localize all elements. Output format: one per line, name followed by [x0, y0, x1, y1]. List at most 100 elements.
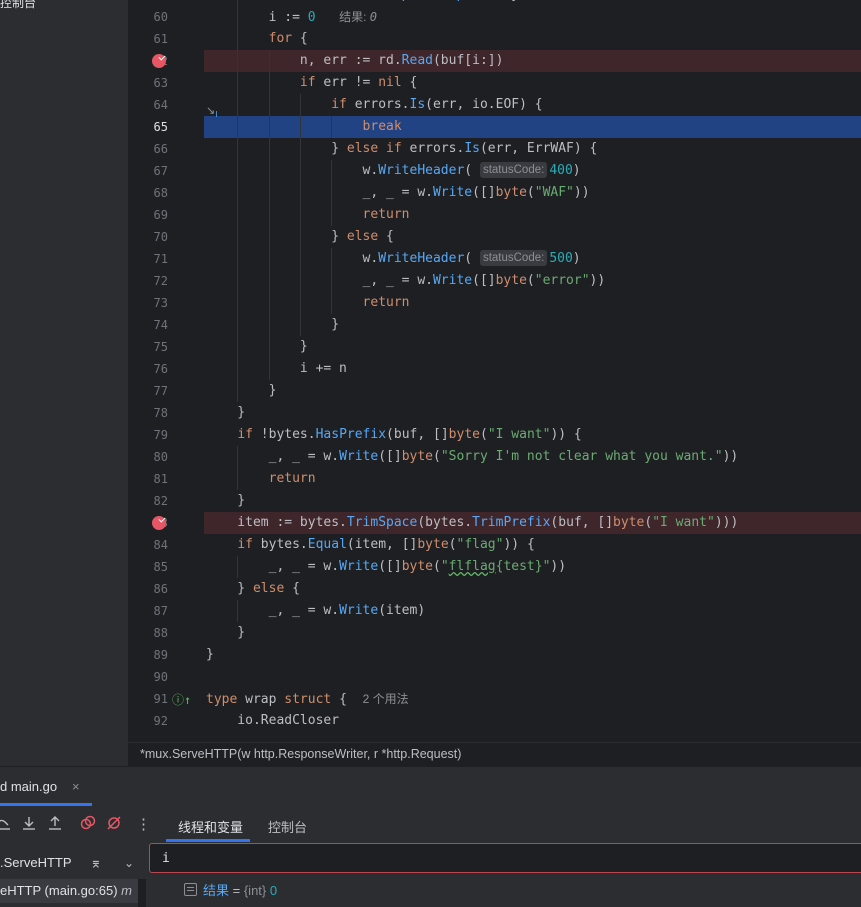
gutter-line[interactable]: 71 — [128, 248, 204, 270]
current-execution-line[interactable]: break — [204, 116, 861, 138]
code-line[interactable]: } else if errors.Is(err, ErrWAF) { — [204, 138, 861, 160]
code-line[interactable]: if !bytes.HasPrefix(buf, []byte("I want"… — [204, 424, 861, 446]
code-line[interactable]: for { — [204, 28, 861, 50]
gutter-line[interactable]: 67 — [128, 160, 204, 182]
code-line[interactable]: _, _ = w.Write([]byte("flflag{test}")) — [204, 556, 861, 578]
gutter-line[interactable]: 69 — [128, 204, 204, 226]
code-line[interactable]: return — [204, 468, 861, 490]
gutter-line[interactable]: 91 ⓘ↑ — [128, 688, 204, 710]
tab-threads-variables[interactable]: 线程和变量 — [178, 817, 243, 836]
gutter-line[interactable]: 74 — [128, 314, 204, 336]
close-icon[interactable]: × — [72, 779, 80, 794]
code-line[interactable]: } — [204, 622, 861, 644]
gutter-line[interactable]: 76 — [128, 358, 204, 380]
code-line[interactable]: } — [204, 336, 861, 358]
chevron-down-icon[interactable]: ⌄ — [124, 849, 134, 877]
indent-guide — [237, 138, 239, 160]
step-into-icon[interactable] — [21, 815, 37, 835]
gutter-line[interactable]: 66 — [128, 138, 204, 160]
gutter-line[interactable]: 82 — [128, 490, 204, 512]
stack-frame-row[interactable]: eHTTP (main.go:65) m — [0, 879, 138, 903]
step-out-icon[interactable] — [0, 815, 12, 835]
frames-scrollbar[interactable] — [138, 879, 146, 907]
gutter-line[interactable]: 61 — [128, 28, 204, 50]
code-line[interactable]: if bytes.Equal(item, []byte("flag")) { — [204, 534, 861, 556]
step-into-marker-icon[interactable]: ↘I — [206, 104, 217, 119]
gutter-line[interactable]: 85 — [128, 556, 204, 578]
code-line[interactable]: } — [204, 490, 861, 512]
implements-interface-icon[interactable]: ⓘ↑ — [172, 691, 191, 708]
gutter-line[interactable]: 75 — [128, 336, 204, 358]
gutter-line[interactable]: 72 — [128, 270, 204, 292]
code-editor[interactable]: 59 60 61 62 63 64 65 66 67 68 69 70 71 72 73 74 75 76 77 78… — [128, 0, 861, 742]
gutter-line[interactable]: 63 — [128, 72, 204, 94]
editor-gutter[interactable]: 59 60 61 62 63 64 65 66 67 68 69 70 71 72 73 74 75 76 77 78… — [128, 0, 204, 732]
code-line[interactable]: if err != nil { — [204, 72, 861, 94]
gutter-line[interactable]: 89 — [128, 644, 204, 666]
code-line[interactable]: return — [204, 292, 861, 314]
evaluate-expression-input[interactable] — [149, 843, 861, 873]
variable-row[interactable]: 结果 = {int} 0 — [184, 881, 277, 901]
gutter-line[interactable]: 60 — [128, 6, 204, 28]
code-line[interactable]: } else { — [204, 226, 861, 248]
code-line[interactable]: _, _ = w.Write([]byte("WAF")) — [204, 182, 861, 204]
code-line[interactable]: type wrap struct { 2 个用法 — [204, 688, 861, 710]
gutter-line[interactable]: 68 — [128, 182, 204, 204]
filter-icon[interactable]: ⌆ — [90, 849, 102, 877]
step-out-up-icon[interactable] — [47, 815, 63, 835]
indent-guide — [268, 226, 270, 248]
gutter-line[interactable]: 84 — [128, 534, 204, 556]
indent-guide — [299, 182, 301, 204]
code-line[interactable]: } — [204, 644, 861, 666]
gutter-line[interactable]: 92 — [128, 710, 204, 732]
code-line[interactable]: w.WriteHeader( statusCode: 500) — [204, 248, 861, 270]
console-side-label[interactable]: 控制台 — [0, 0, 36, 11]
code-line[interactable]: io.ReadCloser — [204, 710, 861, 732]
code-line[interactable] — [204, 666, 861, 688]
gutter-line[interactable]: 73 — [128, 292, 204, 314]
gutter-line[interactable]: 88 — [128, 622, 204, 644]
code-line[interactable]: i := 0 结果: 0 — [204, 6, 861, 28]
frames-selector[interactable]: .ServeHTTP ⌆ ⌄ — [0, 849, 146, 877]
code-line[interactable]: _, _ = w.Write([]byte("error")) — [204, 270, 861, 292]
code-area[interactable]: rd := textInterrupterWrap(r.Body) i := 0… — [204, 0, 861, 732]
code-line[interactable]: } — [204, 402, 861, 424]
gutter-line[interactable]: 90 — [128, 666, 204, 688]
gutter-line[interactable]: 78 — [128, 402, 204, 424]
gutter-line[interactable]: 64 — [128, 94, 204, 116]
breakpoint-icon[interactable] — [152, 516, 166, 530]
code-text: } — [206, 405, 246, 420]
code-line[interactable]: } — [204, 314, 861, 336]
view-breakpoints-icon[interactable] — [80, 815, 96, 835]
gutter-line[interactable]: 83 — [128, 512, 204, 534]
gutter-line[interactable]: 79 — [128, 424, 204, 446]
code-line[interactable]: if errors.Is(err, io.EOF) { — [204, 94, 861, 116]
breakpoint-icon[interactable] — [152, 54, 166, 68]
code-line[interactable]: } — [204, 380, 861, 402]
code-line[interactable]: return — [204, 204, 861, 226]
tab-console[interactable]: 控制台 — [268, 817, 307, 836]
code-text: break — [362, 119, 402, 134]
code-line[interactable]: w.WriteHeader( statusCode: 400) — [204, 160, 861, 182]
gutter-line[interactable]: 62 — [128, 50, 204, 72]
gutter-line[interactable]: 65 — [128, 116, 204, 138]
code-line[interactable]: _, _ = w.Write(item) — [204, 600, 861, 622]
gutter-line[interactable]: 77 — [128, 380, 204, 402]
code-line[interactable]: } else { — [204, 578, 861, 600]
code-line[interactable]: i += n — [204, 358, 861, 380]
code-text: } — [206, 493, 246, 508]
debug-session-tab[interactable]: d main.go — [0, 779, 57, 794]
breadcrumb[interactable]: *mux.ServeHTTP(w http.ResponseWriter, r … — [128, 742, 861, 766]
code-line[interactable]: _, _ = w.Write([]byte("Sorry I'm not cle… — [204, 446, 861, 468]
more-options-icon[interactable]: ⋮ — [136, 815, 151, 833]
breakpoint-line[interactable]: item := bytes.TrimSpace(bytes.TrimPrefix… — [204, 512, 861, 534]
mute-breakpoints-icon[interactable] — [106, 815, 122, 835]
breakpoint-line[interactable]: n, err := rd.Read(buf[i:]) — [204, 50, 861, 72]
gutter-line[interactable]: 86 — [128, 578, 204, 600]
gutter-line[interactable]: 87 — [128, 600, 204, 622]
gutter-line[interactable]: 81 — [128, 468, 204, 490]
gutter-line[interactable]: 80 — [128, 446, 204, 468]
line-number: 73 — [153, 296, 168, 310]
indent-guide — [237, 270, 239, 292]
gutter-line[interactable]: 70 — [128, 226, 204, 248]
